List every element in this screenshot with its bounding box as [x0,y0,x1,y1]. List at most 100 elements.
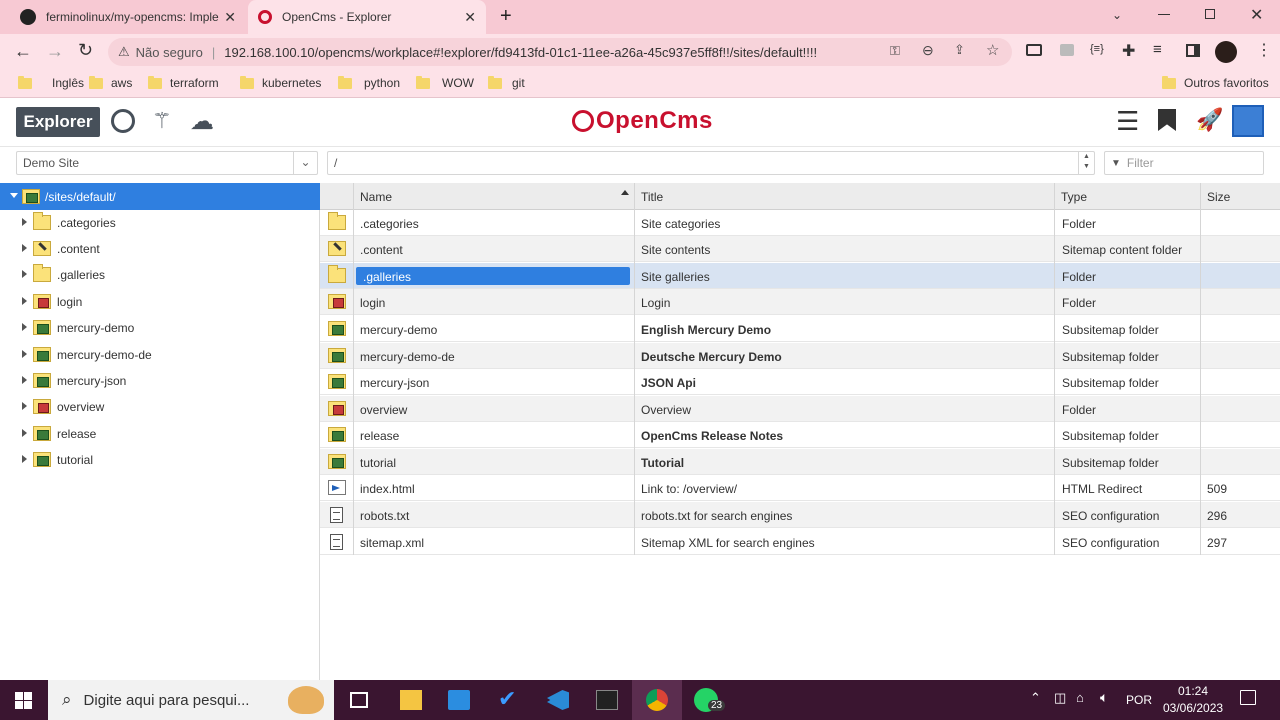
taskbar-search[interactable]: ⌕ Digite aqui para pesqui... [48,680,334,720]
cell-name[interactable]: release [360,429,399,443]
network-icon[interactable]: ⌂ [1076,690,1084,705]
collapsed-arrow-icon[interactable] [22,376,27,384]
volume-icon[interactable]: 🔈︎ [1100,689,1108,706]
history-icon[interactable] [111,109,135,133]
column-header-type[interactable]: Type [1061,190,1087,204]
tree-item[interactable]: .categories [0,210,320,236]
address-bar[interactable]: ⚠ Não seguro | 192.168.100.10/opencms/wo… [108,38,1012,66]
chrome-icon[interactable] [646,689,668,711]
table-row[interactable]: .content Site contents Sitemap content fol… [320,236,1280,262]
rocket-icon[interactable]: 🚀 [1196,107,1223,133]
upload-cloud-icon[interactable]: ☁ [190,107,214,136]
filter-input[interactable]: ▼ Filter [1104,151,1264,175]
cell-name[interactable]: overview [360,403,407,417]
puzzle-icon[interactable]: ✚ [1122,41,1135,61]
share-icon[interactable]: ⇪ [954,42,965,58]
tree-item[interactable]: .content [0,236,320,262]
table-row[interactable]: login Login Folder [320,289,1280,315]
expanded-arrow-icon[interactable] [10,193,18,198]
cell-name[interactable]: robots.txt [360,509,409,523]
collapsed-arrow-icon[interactable] [22,244,27,252]
tree-item[interactable]: login [0,289,320,315]
column-header-title[interactable]: Title [641,190,663,204]
task-view-icon[interactable] [350,692,368,708]
table-row[interactable]: release OpenCms Release Notes Subsitemap f… [320,422,1280,448]
cell-name[interactable]: mercury-demo-de [360,350,455,364]
tab-github[interactable]: ferminolinux/my-opencms: Imple ✕ [0,0,246,34]
json-extension-icon[interactable]: {≡} [1090,43,1104,55]
table-row[interactable]: mercury-demo-de Deutsche Mercury Demo Subs… [320,343,1280,369]
bookmark-wow[interactable]: WOW [416,75,474,90]
path-input[interactable]: / ▲ ▼ [327,151,1095,175]
bookmark-icon[interactable] [1158,109,1176,131]
bookmark-other-favorites[interactable]: Outros favoritos [1162,75,1269,90]
close-tab-icon[interactable]: ✕ [464,9,476,26]
windows-start-icon[interactable] [15,692,32,709]
table-row[interactable]: mercury-json JSON Api Subsitemap folder [320,369,1280,395]
tree-item[interactable]: mercury-demo-de [0,342,320,368]
column-header-size[interactable]: Size [1207,190,1230,204]
show-hidden-icons-chevron[interactable]: ⌃ [1030,690,1041,706]
cell-name[interactable]: mercury-demo [360,323,437,337]
extension-icon[interactable] [1060,44,1074,56]
hamburger-menu-icon[interactable]: ☰ [1116,108,1139,134]
cell-name[interactable]: tutorial [360,456,396,470]
bookmark-aws[interactable]: aws [89,75,132,90]
tree-root[interactable]: /sites/default/ [0,183,320,210]
terminal-icon[interactable] [596,690,618,710]
clock-date[interactable]: 03/06/2023 [1163,701,1223,715]
collapsed-arrow-icon[interactable] [22,270,27,278]
cell-name[interactable]: .galleries [363,270,411,284]
collapsed-arrow-icon[interactable] [22,455,27,463]
table-row[interactable]: tutorial Tutorial Subsitemap folder [320,449,1280,475]
table-row[interactable]: index.html Link to: /overview/HTML Redire… [320,475,1280,501]
cell-name[interactable]: index.html [360,482,415,496]
collapsed-arrow-icon[interactable] [22,323,27,331]
file-explorer-icon[interactable] [400,690,422,710]
reload-icon[interactable]: ↻ [78,40,93,61]
tree-item[interactable]: mercury-json [0,368,320,394]
zoom-icon[interactable]: ⊖ [922,42,934,59]
table-row[interactable]: overview Overview Folder [320,396,1280,422]
bookmark-kubernetes[interactable]: kubernetes [240,75,321,90]
table-row[interactable]: robots.txt robots.txt for search engines S… [320,502,1280,528]
restore-icon[interactable] [1205,9,1215,19]
tree-item[interactable]: .galleries [0,262,320,288]
tree-item[interactable]: mercury-demo [0,315,320,341]
user-avatar-icon[interactable] [1232,105,1264,137]
collapsed-arrow-icon[interactable] [22,429,27,437]
table-row[interactable]: sitemap.xml Sitemap XML for search engine… [320,529,1280,555]
cell-name[interactable]: login [360,296,385,310]
star-icon[interactable]: ☆ [986,41,999,59]
magic-wand-icon[interactable]: ⚚ [152,108,172,134]
key-icon[interactable]: ⚿ [890,43,900,59]
url-text[interactable]: 192.168.100.10/opencms/workplace#!explor… [224,45,817,60]
back-icon[interactable]: ← [14,41,32,62]
site-select[interactable]: Demo Site ⌄ [16,151,318,175]
column-header-name[interactable]: Name [360,190,392,204]
avatar[interactable] [1215,41,1237,63]
store-icon[interactable] [448,690,470,710]
path-stepper-icon[interactable]: ▲ ▼ [1078,152,1094,174]
clock-time[interactable]: 01:24 [1178,684,1208,698]
cell-name[interactable]: sitemap.xml [360,536,424,550]
notifications-icon[interactable] [1240,690,1256,705]
table-row[interactable]: .categories Site categories Folder [320,210,1280,236]
forward-icon[interactable]: → [46,41,64,62]
todo-icon[interactable]: ✔ [498,686,516,712]
tab-opencms[interactable]: OpenCms - Explorer ✕ [248,0,486,34]
tree-item[interactable]: overview [0,394,320,420]
language-indicator[interactable]: POR [1126,693,1152,707]
chevron-down-icon[interactable]: ⌄ [293,152,317,174]
collapsed-arrow-icon[interactable] [22,297,27,305]
close-window-icon[interactable]: ✕ [1250,5,1263,25]
minimize-icon[interactable] [1158,14,1170,15]
vscode-icon[interactable] [547,690,569,710]
tab-search-chevron-icon[interactable]: ⌄ [1112,8,1122,22]
tray-icon[interactable]: ◫ [1054,690,1066,706]
close-tab-icon[interactable]: ✕ [224,9,236,26]
new-tab-icon[interactable]: + [500,5,512,28]
sort-ascending-icon[interactable] [621,190,629,195]
collapsed-arrow-icon[interactable] [22,218,27,226]
cell-name[interactable]: .categories [360,217,419,231]
